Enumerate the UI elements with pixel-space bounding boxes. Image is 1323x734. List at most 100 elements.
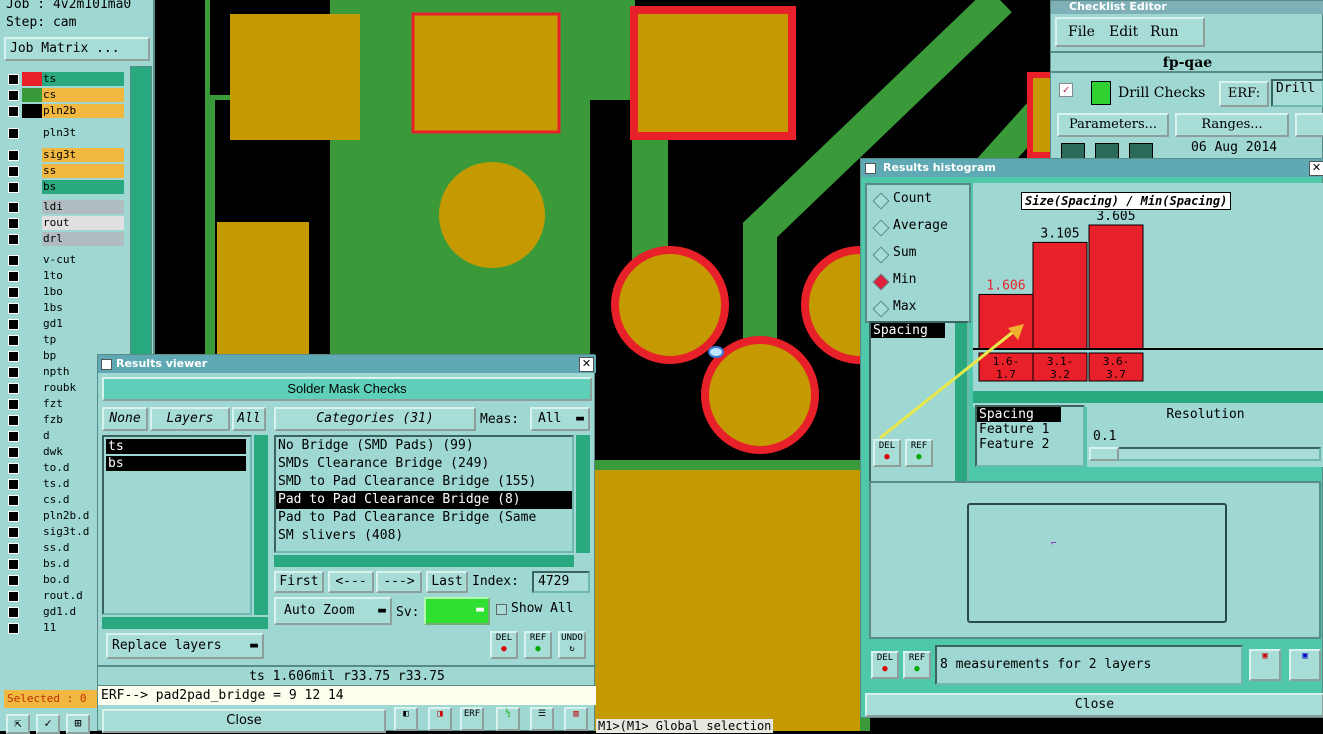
viewer-layer-bs[interactable]: bs	[106, 456, 246, 471]
layer-checkbox[interactable]	[8, 166, 19, 177]
mode-radio-min[interactable]: Min	[869, 272, 969, 292]
layer-row[interactable]: sig3t	[6, 148, 126, 162]
menu-run[interactable]: Run	[1150, 24, 1179, 40]
category-list[interactable]: No Bridge (SMD Pads) (99) SMDs Clearance …	[274, 435, 574, 553]
layer-checkbox[interactable]	[8, 495, 19, 506]
menu-edit[interactable]: Edit	[1109, 24, 1138, 40]
layer-row[interactable]: ss	[6, 164, 126, 178]
index-input[interactable]: 4729	[532, 571, 590, 593]
layer-checkbox[interactable]	[8, 150, 19, 161]
all-layers-button[interactable]: All	[232, 407, 266, 431]
layer-list-vscroll[interactable]	[254, 435, 268, 615]
layer-checkbox[interactable]	[8, 319, 19, 330]
window-menu-icon[interactable]	[865, 163, 876, 174]
layer-checkbox[interactable]	[8, 575, 19, 586]
extra-button[interactable]	[1295, 113, 1323, 137]
viewer-close-button[interactable]: Close	[102, 709, 386, 733]
last-button[interactable]: Last	[426, 571, 468, 593]
layer-row[interactable]: bs	[6, 180, 126, 194]
category-item[interactable]: SMDs Clearance Bridge (249)	[276, 455, 572, 473]
export-icon-1[interactable]: ▣	[1249, 649, 1281, 681]
hist-del-button-2[interactable]: DEL ●	[871, 651, 899, 679]
histogram-close-button[interactable]: Close	[865, 693, 1323, 717]
categories-button[interactable]: Categories (31)	[274, 407, 476, 431]
layer-row[interactable]: gd1	[6, 317, 126, 331]
select-tool-icon[interactable]: ⇱	[6, 714, 30, 734]
layer-checkbox[interactable]	[8, 255, 19, 266]
viewer-undo-button[interactable]: UNDO ↻	[558, 631, 586, 659]
prev-button[interactable]: <---	[328, 571, 374, 593]
layer-row[interactable]: 1bo	[6, 285, 126, 299]
layer-checkbox[interactable]	[8, 591, 19, 602]
viewer-close-icon[interactable]: ✕	[579, 357, 594, 372]
layer-checkbox[interactable]	[8, 218, 19, 229]
layer-checkbox[interactable]	[8, 607, 19, 618]
layer-checkbox[interactable]	[8, 527, 19, 538]
category-vscroll[interactable]	[576, 435, 590, 553]
tool-icon-5[interactable]: ☰	[530, 707, 554, 731]
layer-checkbox[interactable]	[8, 383, 19, 394]
layer-checkbox[interactable]	[8, 367, 19, 378]
layer-checkbox[interactable]	[8, 351, 19, 362]
layer-checkbox[interactable]	[8, 303, 19, 314]
viewer-titlebar[interactable]: Results viewer ✕	[98, 355, 596, 373]
layer-checkbox[interactable]	[8, 202, 19, 213]
layer-checkbox[interactable]	[8, 543, 19, 554]
layer-row[interactable]: pln2b	[6, 104, 126, 118]
layer-row[interactable]: rout	[6, 216, 126, 230]
layer-row[interactable]: pln3t	[6, 126, 126, 140]
erf-field[interactable]: Drill	[1271, 79, 1323, 107]
layer-row[interactable]: 1bs	[6, 301, 126, 315]
category-item[interactable]: No Bridge (SMD Pads) (99)	[276, 437, 572, 455]
layer-checkbox[interactable]	[8, 399, 19, 410]
viewer-window-menu-icon[interactable]	[101, 359, 112, 370]
resolution-slider-thumb[interactable]	[1089, 447, 1119, 461]
histogram-bar[interactable]	[1032, 241, 1088, 350]
sv-color-select[interactable]: ▬	[424, 597, 490, 625]
check-tool-icon[interactable]: ✓	[36, 714, 60, 734]
layer-checkbox[interactable]	[8, 234, 19, 245]
layers-button[interactable]: Layers	[150, 407, 230, 431]
viewer-layer-list[interactable]: ts bs	[102, 435, 252, 615]
first-button[interactable]: First	[274, 571, 324, 593]
none-button[interactable]: None	[102, 407, 148, 431]
layer-checkbox[interactable]	[8, 447, 19, 458]
checklist-editor-titlebar[interactable]: Checklist Editor	[1051, 1, 1323, 14]
hist-ref-button-2[interactable]: REF ●	[903, 651, 931, 679]
layer-row[interactable]: ldi	[6, 200, 126, 214]
mode-radio-count[interactable]: Count	[869, 191, 969, 211]
layer-checkbox[interactable]	[8, 479, 19, 490]
grid-tool-icon[interactable]: ⊞	[66, 714, 90, 734]
category-item[interactable]: SM slivers (408)	[276, 527, 572, 545]
tool-icon-6[interactable]: ▥	[564, 707, 588, 731]
mode-radio-average[interactable]: Average	[869, 218, 969, 238]
layer-checkbox[interactable]	[8, 74, 19, 85]
layer-checkbox[interactable]	[8, 182, 19, 193]
layer-checkbox[interactable]	[8, 511, 19, 522]
layer-checkbox[interactable]	[8, 90, 19, 101]
auto-zoom-select[interactable]: Auto Zoom ▬	[274, 597, 392, 625]
tool-icon-4[interactable]: ½	[496, 707, 520, 731]
layer-checkbox[interactable]	[8, 559, 19, 570]
layer-row[interactable]: drl	[6, 232, 126, 246]
layer-checkbox[interactable]	[8, 415, 19, 426]
layer-checkbox[interactable]	[8, 623, 19, 634]
tool-icon-2[interactable]: ◨	[428, 707, 452, 731]
tool-icon-3[interactable]: ERF	[460, 707, 484, 731]
category-item[interactable]: Pad to Pad Clearance Bridge (8)	[276, 491, 572, 509]
layer-list-hscroll[interactable]	[102, 617, 268, 629]
parameters-button[interactable]: Parameters...	[1057, 113, 1169, 137]
layer-row[interactable]: tp	[6, 333, 126, 347]
viewer-del-button[interactable]: DEL ●	[490, 631, 518, 659]
replace-layers-select[interactable]: Replace layers ▬	[106, 633, 264, 659]
histogram-titlebar[interactable]: Results histogram ✕	[861, 159, 1323, 177]
layer-row[interactable]: v-cut	[6, 253, 126, 267]
layer-checkbox[interactable]	[8, 335, 19, 346]
next-button[interactable]: --->	[376, 571, 422, 593]
menu-file[interactable]: File	[1068, 24, 1095, 40]
meas-select[interactable]: All ▬	[530, 407, 590, 431]
resolution-slider[interactable]	[1089, 447, 1321, 461]
ranges-button[interactable]: Ranges...	[1175, 113, 1289, 137]
layer-row[interactable]: 1to	[6, 269, 126, 283]
mode-radio-sum[interactable]: Sum	[869, 245, 969, 265]
